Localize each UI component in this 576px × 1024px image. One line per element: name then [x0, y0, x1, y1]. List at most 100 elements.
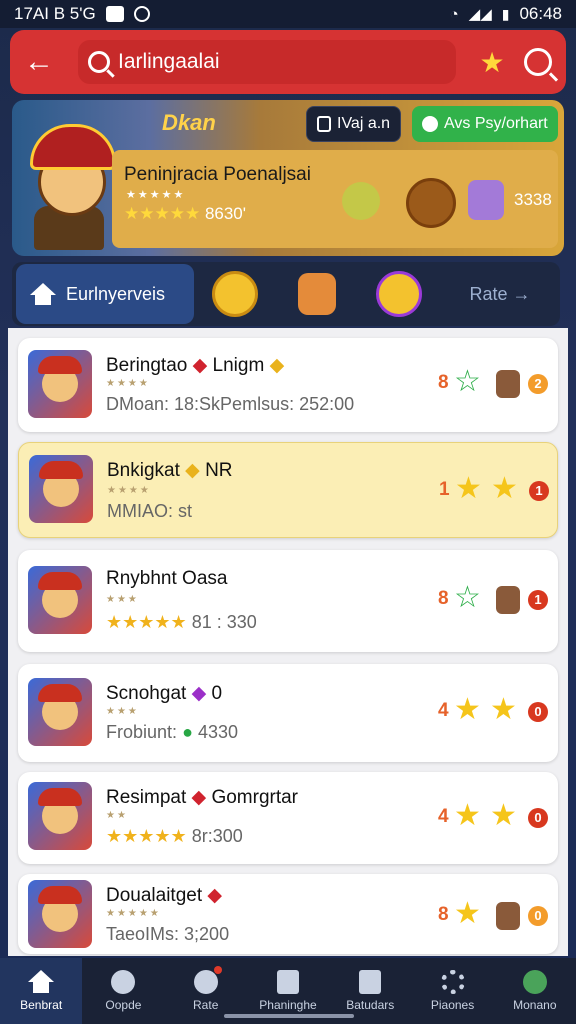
item-badge: 0 [528, 906, 548, 926]
list-item[interactable]: Bnkigkat ◆ NR ★★★★ MMIAO: st 1 ★ ★ 1 [18, 442, 558, 538]
leaf-icon [111, 970, 136, 994]
item-mini-stars: ★★★ [106, 594, 139, 605]
item-meta: Frobiunt: ● 4330 [106, 722, 238, 743]
gallery-icon [105, 6, 124, 22]
star-icon: ★ [490, 799, 517, 832]
banner-action-button[interactable]: Avs Psy/orhart [412, 106, 558, 142]
item-rank: 4 [438, 806, 449, 827]
torch-icon [496, 370, 520, 398]
tab-rate[interactable]: Rate → [440, 284, 560, 305]
gem-icon: ◆ [192, 355, 208, 376]
globe-icon [522, 970, 547, 994]
tab-avatar[interactable] [276, 273, 358, 315]
item-name-tail: Gomrgrtar [211, 787, 299, 808]
item-meta: ★★★★★ 8r:300 [106, 826, 243, 847]
tab-home[interactable]: Eurlnyerveis [16, 264, 194, 324]
nav-label: Phaninghe [259, 998, 317, 1012]
nav-item-settings[interactable]: Piaones [411, 958, 493, 1024]
banner-count: 3338 [514, 190, 552, 209]
home-icon [30, 283, 56, 305]
star-icon: ★ [455, 472, 482, 505]
list-item[interactable]: Scnohgat ◆ 0 ★★★ Frobiunt: ● 4330 4 ★ ★ … [18, 664, 558, 762]
avatar [28, 880, 92, 948]
item-meta-text: Frobiunt: [106, 722, 178, 742]
item-mini-stars: ★★★★ [107, 485, 151, 496]
chip-green-label: Avs Psy/orhart [444, 115, 548, 132]
home-icon [28, 970, 55, 994]
item-name: Resimpat ◆ Gomrgrtar [106, 786, 298, 809]
gem-icon: ◆ [191, 787, 207, 808]
favorite-star-icon[interactable]: ★ [470, 46, 514, 79]
search-field-icon [88, 51, 110, 73]
star-icon: ★ [491, 472, 518, 505]
nav-item-more[interactable]: Monano [494, 958, 576, 1024]
category-tabs: Eurlnyerveis Rate → [12, 262, 560, 326]
home-indicator[interactable] [224, 1014, 354, 1018]
item-rank: 8 [438, 588, 449, 609]
avatar [28, 678, 92, 746]
coin-icon [212, 271, 258, 317]
gold-icon: ◆ [269, 355, 285, 376]
hero-character-image [20, 118, 116, 250]
star-icon: ★ [454, 799, 481, 832]
item-name: Scnohgat ◆ 0 [106, 682, 222, 705]
book-icon [359, 970, 382, 994]
item-meta-stars: ★★★★★ [106, 612, 187, 632]
nav-item-explore[interactable]: Oopde [82, 958, 164, 1024]
tab-badge[interactable] [358, 271, 440, 317]
banner-card-title: Peninjracia Poenaljsai [124, 164, 311, 185]
item-meta-text: 81 : 330 [191, 612, 257, 632]
search-icon[interactable] [524, 48, 552, 76]
notification-dot [213, 966, 222, 974]
banner-rating-value: 8630' [204, 204, 247, 223]
status-time-left: 17AI B 5'G [14, 4, 96, 23]
list-item[interactable]: Rnybhnt Oasa ★★★ ★★★★★ 81 : 330 8 ☆ 1 [18, 550, 558, 652]
item-meta: DMoan: 18:SkPemlsus: 252:00 [106, 394, 355, 414]
item-mini-stars: ★★ [106, 810, 128, 821]
star-outline-icon: ☆ [454, 365, 481, 398]
search-icon [193, 966, 222, 994]
list-item[interactable]: Resimpat ◆ Gomrgrtar ★★ ★★★★★ 8r:300 4 ★… [18, 772, 558, 864]
banner-mini-stars: ★★★★★ [126, 189, 186, 201]
location-icon: ● [182, 722, 193, 742]
item-meta: MMIAO: st [107, 501, 192, 521]
battery-icon: ▮ [501, 5, 510, 22]
nav-label: Monano [513, 998, 557, 1012]
gear-icon [440, 970, 465, 994]
banner-rating-stars: ★★★★★ [124, 204, 201, 223]
banner-card[interactable]: Peninjracia Poenaljsai ★★★★★ ★★★★★ 8630'… [112, 150, 558, 248]
tab-coin[interactable] [194, 271, 276, 317]
nav-item-home[interactable]: Benbrat [0, 958, 83, 1024]
chip-icon [317, 116, 331, 132]
banner-brand: Dkan [162, 110, 216, 135]
gem-icon: ◆ [191, 683, 207, 704]
item-badge: 1 [528, 590, 548, 610]
item-meta-text: 8r:300 [191, 826, 243, 846]
item-name-text: Scnohgat [106, 683, 187, 704]
item-mini-stars: ★★★★ [106, 378, 150, 389]
nav-label: Rate [193, 998, 219, 1012]
item-rank: 4 [438, 700, 449, 721]
item-meta: ★★★★★ 81 : 330 [106, 612, 257, 633]
back-arrow-icon[interactable]: ← [24, 45, 64, 79]
search-field[interactable]: Iarlingaalai [78, 40, 456, 84]
item-name-tail: Lnigm [212, 355, 265, 376]
gold-icon: ◆ [185, 460, 200, 481]
nav-label: Piaones [430, 998, 475, 1012]
item-badge: 0 [528, 808, 548, 828]
featured-banner[interactable]: Dkan IVaj a.n Avs Psy/orhart Peninjracia… [12, 100, 564, 256]
avatar [28, 782, 92, 850]
leaf-icon [422, 116, 438, 132]
banner-chip-button[interactable]: IVaj a.n [306, 106, 402, 142]
wifi-icon: ◔ [449, 5, 459, 23]
coin-icon [342, 182, 380, 220]
list-item[interactable]: Beringtao ◆ Lnigm ◆ ★★★★ DMoan: 18:SkPem… [18, 338, 558, 432]
item-name-text: Doualaitget [106, 885, 203, 906]
avatar-icon [298, 273, 336, 315]
banner-rating: ★★★★★ 8630' [124, 204, 246, 224]
list-item[interactable]: Doualaitget ◆ ★★★★★ TaeoIMs: 3;200 8 ★ 0 [18, 874, 558, 954]
item-name-text: Resimpat [106, 787, 187, 808]
star-outline-icon: ☆ [454, 581, 481, 614]
avatar-icon [468, 180, 504, 220]
item-name-text: Bnkigkat [107, 460, 180, 481]
